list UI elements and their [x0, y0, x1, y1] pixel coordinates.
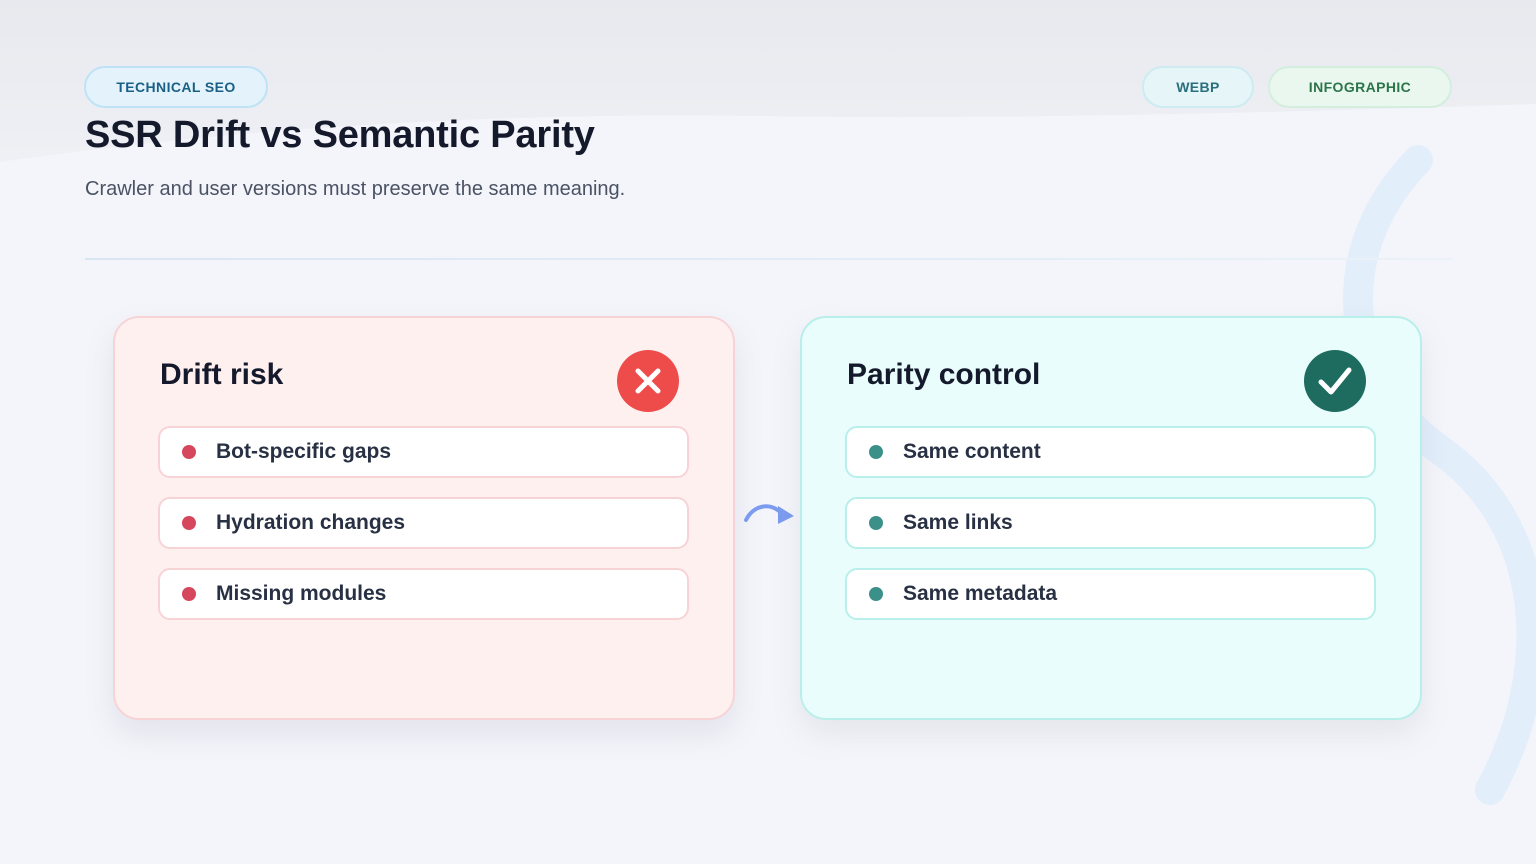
- list-item-label: Bot-specific gaps: [216, 440, 392, 463]
- bullet-dot-icon: [869, 445, 883, 459]
- list-item: Same links: [845, 497, 1376, 549]
- list-item: Same content: [845, 426, 1376, 478]
- bullet-dot-icon: [869, 587, 883, 601]
- x-circle-icon: [617, 350, 679, 412]
- check-circle-icon: [1304, 350, 1366, 412]
- category-tag: TECHNICAL SEO: [84, 66, 268, 108]
- list-item-label: Same content: [903, 440, 1041, 463]
- bullet-dot-icon: [182, 445, 196, 459]
- list-item: Missing modules: [158, 568, 689, 620]
- list-item: Hydration changes: [158, 497, 689, 549]
- list-item-label: Hydration changes: [216, 511, 406, 534]
- page-title: SSR Drift vs Semantic Parity: [85, 114, 595, 156]
- format-tag: WEBP: [1142, 66, 1254, 108]
- page-subtitle: Crawler and user versions must preserve …: [85, 178, 626, 200]
- type-tag: INFOGRAPHIC: [1268, 66, 1452, 108]
- header-divider: [85, 258, 1452, 260]
- bullet-dot-icon: [182, 516, 196, 530]
- list-item-label: Same metadata: [903, 582, 1058, 605]
- curved-arrow-right-icon: [744, 504, 794, 524]
- list-item: Same metadata: [845, 568, 1376, 620]
- parity-control-card: Parity control Same content Same links S…: [800, 316, 1422, 720]
- list-item: Bot-specific gaps: [158, 426, 689, 478]
- list-item-label: Same links: [903, 511, 1013, 534]
- parity-control-title: Parity control: [847, 358, 1041, 391]
- parity-control-list: Same content Same links Same metadata: [845, 426, 1376, 639]
- bullet-dot-icon: [869, 516, 883, 530]
- list-item-label: Missing modules: [216, 582, 387, 605]
- drift-risk-card: Drift risk Bot-specific gaps Hydration c…: [113, 316, 735, 720]
- drift-risk-list: Bot-specific gaps Hydration changes Miss…: [158, 426, 689, 639]
- bullet-dot-icon: [182, 587, 196, 601]
- drift-risk-title: Drift risk: [160, 358, 284, 391]
